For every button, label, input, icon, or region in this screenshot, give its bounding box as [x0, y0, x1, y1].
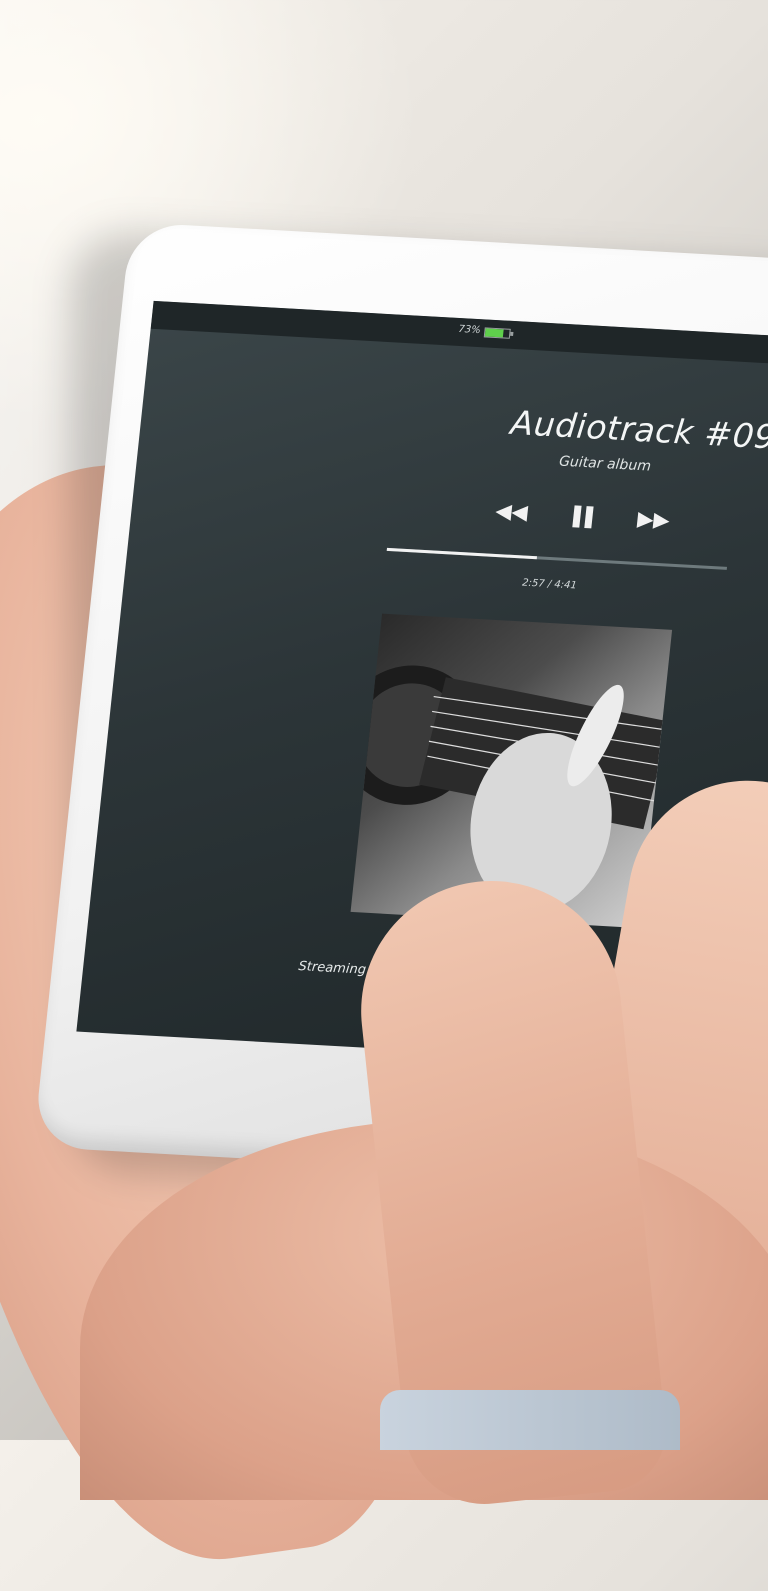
guitar-photo	[350, 665, 671, 913]
fast-forward-icon	[636, 511, 670, 529]
sleeve	[380, 1390, 680, 1450]
progress-bar[interactable]	[386, 547, 728, 570]
fast-forward-button[interactable]	[632, 510, 672, 532]
rewind-icon	[495, 504, 529, 522]
album-art	[350, 613, 673, 929]
battery-percent: 73%	[457, 323, 482, 337]
battery-level	[484, 328, 504, 338]
battery-icon	[483, 327, 514, 339]
track-title: Audiotrack #09	[508, 402, 768, 457]
time-readout: 2:57 / 4:41	[521, 577, 578, 592]
pause-button[interactable]	[568, 502, 599, 531]
pause-icon	[572, 505, 594, 529]
streaming-label: Streaming r	[297, 959, 377, 979]
album-name: Guitar album	[558, 453, 652, 475]
progress-fill	[386, 547, 537, 560]
playback-controls	[491, 496, 685, 546]
rewind-button[interactable]	[492, 502, 532, 524]
battery-tip	[510, 331, 514, 336]
